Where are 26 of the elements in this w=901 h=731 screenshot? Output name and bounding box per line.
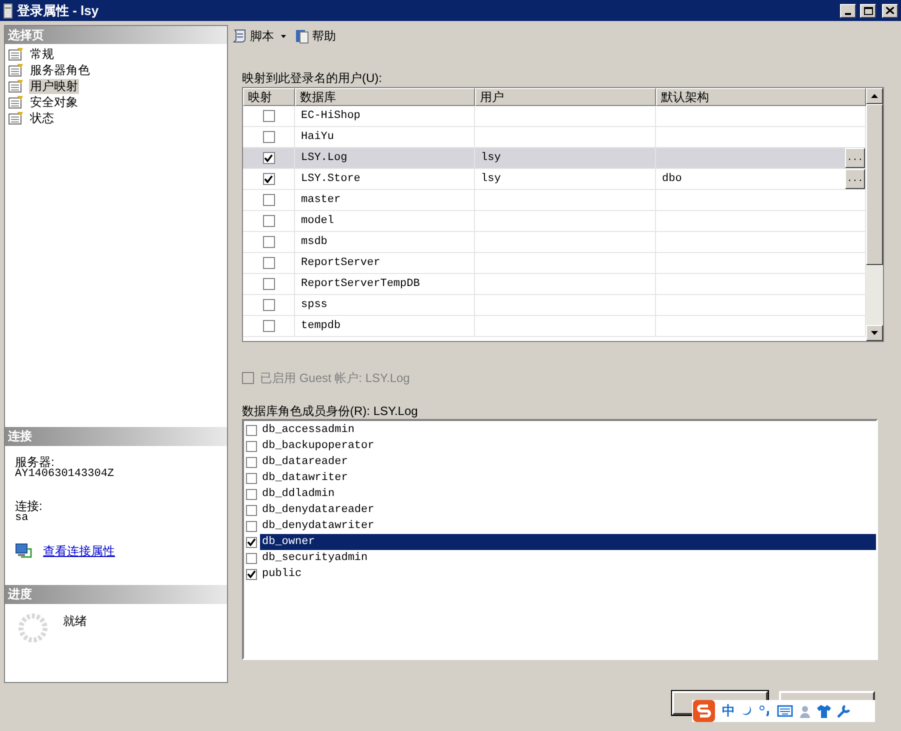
guest-checkbox-label: 已启用 Guest 帐户: LSY.Log: [260, 370, 410, 387]
table-cell-text: lsy: [481, 150, 501, 166]
roles-label: 数据库角色成员身份(R): LSY.Log: [242, 403, 419, 416]
table-cell-text: spss: [301, 298, 328, 313]
connection-name: sa: [15, 512, 28, 524]
table-cell-text: lsy: [481, 172, 501, 187]
table-cell-text: model: [301, 214, 334, 229]
server-name: AY140630143304Z: [15, 468, 114, 480]
progress-status: 就绪: [63, 613, 87, 630]
table-cell-text: LSY.Store: [301, 172, 360, 187]
window-title: 登录属性 - lsy: [17, 2, 99, 20]
connection-label: 连接:: [15, 500, 42, 512]
table-cell-text: ReportServer: [301, 256, 380, 271]
table-cell-text: HaiYu: [301, 130, 334, 145]
section-header: 进度: [5, 585, 227, 604]
table-cell-text: EC-HiShop: [301, 108, 360, 124]
table-cell-text: msdb: [301, 234, 328, 250]
table-cell-text: LSY.Log: [301, 150, 348, 166]
table-cell-text: dbo: [662, 172, 682, 187]
mapping-label: 映射到此登录名的用户(U):: [242, 70, 383, 85]
table-cell-text: tempdb: [301, 318, 341, 334]
section-header: 连接: [5, 427, 227, 446]
table-cell-text: ReportServerTempDB: [301, 276, 420, 292]
section-header: 选择页: [5, 26, 227, 44]
server-label: 服务器:: [15, 456, 54, 468]
table-cell-text: master: [301, 192, 341, 208]
